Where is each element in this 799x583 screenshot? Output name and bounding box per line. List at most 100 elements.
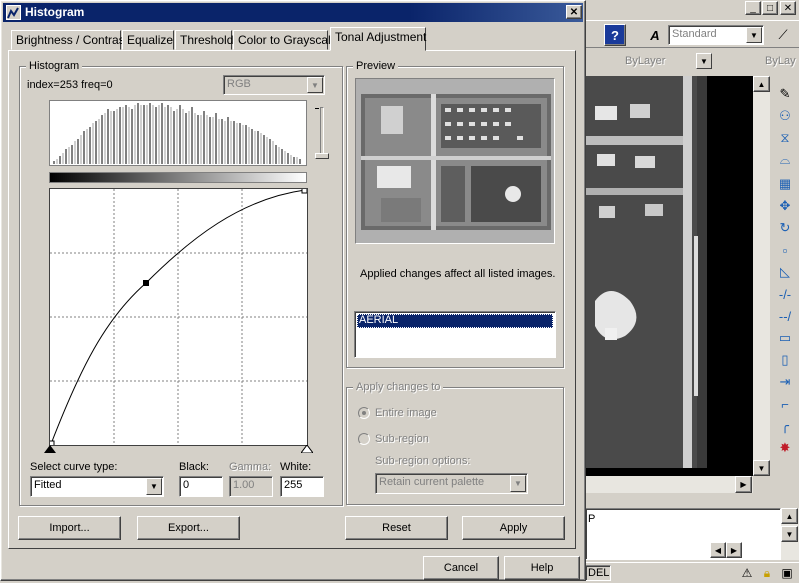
horizontal-scrollbar[interactable]: ▶ — [585, 476, 753, 493]
tab-color-to-grayscale[interactable]: Color to Grayscale — [233, 30, 337, 50]
gamma-input[interactable]: 1.00 — [229, 476, 273, 497]
histogram-group-label: Histogram — [26, 60, 83, 72]
maximize-button[interactable]: □ — [762, 1, 778, 15]
curve-type-select[interactable]: Fitted ▼ — [30, 476, 164, 497]
export-button[interactable]: Export... — [137, 516, 240, 540]
break-icon[interactable]: ▭ — [775, 328, 795, 348]
tone-curve-editor[interactable] — [49, 188, 308, 446]
mirror-icon[interactable]: ⧖ — [775, 128, 795, 148]
preview-group-label: Preview — [353, 60, 399, 72]
stretch-icon[interactable]: ◺ — [775, 262, 795, 282]
tab-brightness-contrast[interactable]: Brightness / Contrast — [11, 30, 128, 50]
image-list[interactable]: AERIAL — [354, 311, 556, 358]
chevron-down-icon: ▼ — [510, 475, 526, 492]
command-text: P — [588, 513, 596, 525]
entire-image-radio[interactable] — [358, 407, 370, 419]
vertical-scrollbar[interactable]: ▲ ▼ — [753, 76, 770, 476]
aerial-image — [585, 76, 707, 468]
cad-application: _ □ ✕ ? A Standard ▼ ⟋ ByLayer ▼ ByLay ▲… — [585, 0, 799, 581]
sub-region-options-value: Retain current palette — [379, 476, 485, 488]
extend-icon[interactable]: --/ — [775, 306, 795, 326]
black-point-marker[interactable] — [44, 445, 56, 453]
scroll-down-icon[interactable]: ▼ — [781, 526, 798, 542]
offset-icon[interactable]: ⌓ — [775, 150, 795, 170]
curve-end-point — [301, 189, 307, 194]
layer-linetype-select[interactable]: ByLayer ▼ — [589, 52, 713, 70]
command-scrollbar[interactable]: ▲ ▼ — [781, 508, 799, 560]
black-input[interactable]: 0 — [179, 476, 223, 497]
white-point-marker[interactable] — [301, 445, 313, 453]
copy-icon[interactable]: ⚇ — [775, 106, 795, 126]
layer-lineweight-select[interactable]: ByLay — [725, 52, 799, 70]
import-button[interactable]: Import... — [18, 516, 121, 540]
slider-thumb[interactable] — [315, 153, 329, 159]
fillet-icon[interactable]: ╭ — [775, 416, 795, 436]
tab-threshold[interactable]: Threshold — [175, 30, 233, 50]
black-label: Black: — [179, 461, 209, 473]
erase-icon[interactable]: ✎ — [775, 84, 795, 104]
rotate-icon[interactable]: ↻ — [775, 218, 795, 238]
trim-icon[interactable]: -/- — [775, 284, 795, 304]
sub-region-options-select[interactable]: Retain current palette ▼ — [375, 473, 528, 494]
scroll-up-icon[interactable]: ▲ — [781, 508, 798, 524]
tone-curve-plot — [50, 189, 307, 445]
close-app-button[interactable]: ✕ — [780, 1, 796, 15]
array-icon[interactable]: ▦ — [775, 174, 795, 194]
scroll-left-icon[interactable]: ◀ — [710, 542, 726, 558]
minimize-button[interactable]: _ — [745, 1, 761, 15]
break-at-point-icon[interactable]: ▯ — [775, 350, 795, 370]
image-list-item[interactable]: AERIAL — [357, 314, 553, 328]
scroll-up-icon[interactable]: ▲ — [753, 76, 770, 92]
join-icon[interactable]: ⇥ — [775, 372, 795, 392]
histogram-bars — [53, 103, 301, 164]
sub-region-radio[interactable] — [358, 433, 370, 445]
scroll-down-icon[interactable]: ▼ — [753, 460, 770, 476]
slider-tick-top — [315, 108, 319, 109]
white-label: White: — [280, 461, 312, 473]
histogram-dialog: Histogram ✕ Brightness / Contrast Equali… — [0, 0, 586, 581]
help-icon[interactable]: ? — [604, 24, 626, 46]
explode-icon[interactable]: ✸ — [775, 438, 795, 458]
layer-linetype-value: ByLayer — [625, 55, 666, 67]
layer-lineweight-value: ByLay — [765, 55, 796, 67]
preview-frame — [355, 78, 555, 244]
white-input[interactable]: 255 — [280, 476, 324, 497]
histogram-scale-slider[interactable] — [313, 103, 329, 163]
sub-region-options-label: Sub-region options: — [375, 455, 471, 467]
apply-button[interactable]: Apply — [462, 516, 565, 540]
drawing-canvas[interactable] — [585, 76, 753, 476]
channel-value: RGB — [227, 78, 251, 90]
tab-equalize[interactable]: Equalize — [122, 30, 174, 50]
chamfer-icon[interactable]: ⌐ — [775, 394, 795, 414]
text-style-select[interactable]: Standard ▼ — [668, 25, 764, 45]
tab-tonal-adjustment[interactable]: Tonal Adjustment — [330, 27, 426, 51]
histogram-plot — [49, 100, 307, 166]
lock-icon[interactable]: 🔒︎ — [757, 563, 777, 583]
communication-icon[interactable]: ⚠ — [737, 563, 757, 583]
radio-dot — [362, 411, 366, 415]
clean-screen-icon[interactable]: ▣ — [777, 563, 797, 583]
title-bar[interactable]: Histogram ✕ — [3, 3, 583, 22]
status-bar: DEL ⚠ 🔒︎ ▣ — [585, 562, 799, 581]
scroll-right-icon[interactable]: ▶ — [735, 476, 752, 493]
cad-layer-row: ByLayer ▼ ByLay — [585, 50, 799, 72]
help-button[interactable]: Help — [504, 556, 580, 580]
cancel-button[interactable]: Cancel — [423, 556, 499, 580]
channel-select[interactable]: RGB ▼ — [223, 75, 325, 95]
curve-type-value: Fitted — [34, 479, 62, 491]
reset-button[interactable]: Reset — [345, 516, 448, 540]
command-line[interactable]: P ◀ ▶ — [585, 508, 781, 560]
slider-track — [320, 107, 324, 159]
preview-note: Applied changes affect all listed images… — [360, 268, 556, 280]
move-icon[interactable]: ✥ — [775, 196, 795, 216]
modify-toolbar: ✎ ⚇ ⧖ ⌓ ▦ ✥ ↻ ▫ ◺ -/- --/ ▭ ▯ ⇥ ⌐ ╭ ✸ — [771, 80, 799, 470]
scroll-right-icon[interactable]: ▶ — [726, 542, 742, 558]
gamma-label: Gamma: — [229, 461, 272, 473]
text-style-icon[interactable]: A — [645, 25, 665, 45]
dimension-style-icon[interactable]: ⟋ — [773, 25, 793, 45]
close-icon[interactable]: ✕ — [566, 5, 582, 19]
model-tab[interactable]: DEL — [585, 565, 611, 581]
chevron-down-icon: ▼ — [696, 53, 712, 69]
scale-icon[interactable]: ▫ — [775, 240, 795, 260]
grayscale-gradient — [49, 172, 307, 183]
